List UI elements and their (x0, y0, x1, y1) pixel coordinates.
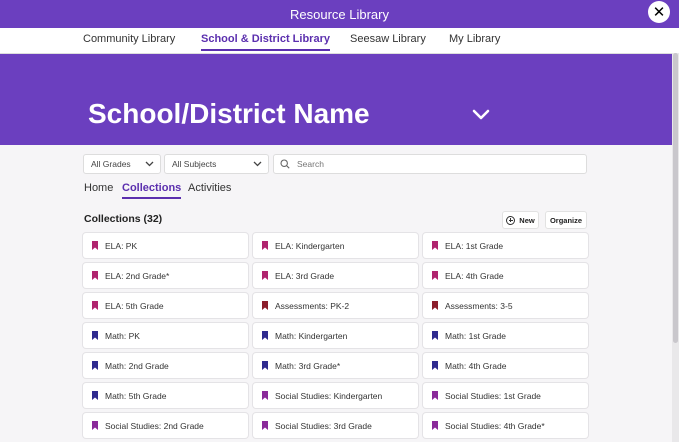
bookmark-icon (92, 241, 98, 250)
collection-card[interactable]: Assessments: PK-2 (253, 293, 418, 318)
collection-card[interactable]: ELA: 3rd Grade (253, 263, 418, 288)
collection-card-label: ELA: PK (105, 240, 138, 251)
chevron-down-icon (253, 161, 262, 167)
collection-card[interactable]: Math: PK (83, 323, 248, 348)
hero-banner: School/District Name (0, 54, 672, 145)
bookmark-icon (262, 391, 268, 400)
collection-card-label: Assessments: PK-2 (275, 300, 350, 311)
search-input[interactable] (295, 158, 579, 170)
collection-card[interactable]: Math: 1st Grade (423, 323, 588, 348)
collection-card[interactable]: ELA: 5th Grade (83, 293, 248, 318)
bookmark-icon (92, 421, 98, 430)
organize-button[interactable]: Organize (545, 211, 587, 229)
title-bar: Resource Library ✕ (0, 0, 679, 28)
bookmark-icon (432, 271, 438, 280)
bookmark-icon (432, 391, 438, 400)
tab-my-library[interactable]: My Library (449, 33, 500, 49)
collection-card[interactable]: ELA: PK (83, 233, 248, 258)
collection-card[interactable]: Social Studies: 2nd Grade (83, 413, 248, 438)
bookmark-icon (432, 241, 438, 250)
subtab-collections[interactable]: Collections (122, 182, 182, 199)
library-tabs: Community Library School & District Libr… (0, 28, 679, 54)
bookmark-icon (262, 271, 268, 280)
collection-card[interactable]: Math: 3rd Grade* (253, 353, 418, 378)
collection-card-label: ELA: Kindergarten (275, 240, 345, 251)
collection-card[interactable]: ELA: 4th Grade (423, 263, 588, 288)
collection-card-label: Social Studies: 1st Grade (445, 390, 541, 401)
tab-community-library[interactable]: Community Library (83, 33, 175, 49)
chevron-down-icon[interactable] (472, 109, 490, 121)
bookmark-icon (92, 331, 98, 340)
bookmark-icon (432, 331, 438, 340)
collection-card-label: Social Studies: Kindergarten (275, 390, 383, 401)
collection-card-label: ELA: 5th Grade (105, 300, 164, 311)
chevron-down-icon (145, 161, 154, 167)
subjects-select-value: All Subjects (172, 159, 217, 169)
collection-card-label: ELA: 2nd Grade* (105, 270, 170, 281)
collection-card[interactable]: Assessments: 3-5 (423, 293, 588, 318)
collection-card-label: ELA: 3rd Grade (275, 270, 335, 281)
collection-card[interactable]: ELA: 2nd Grade* (83, 263, 248, 288)
bookmark-icon (262, 331, 268, 340)
new-button[interactable]: New (502, 211, 539, 229)
collection-card[interactable]: Social Studies: 1st Grade (423, 383, 588, 408)
bookmark-icon (92, 301, 98, 310)
subtab-home[interactable]: Home (84, 182, 113, 197)
bookmark-icon (92, 361, 98, 370)
bookmark-icon (262, 301, 268, 310)
tab-school-district-library[interactable]: School & District Library (201, 33, 330, 51)
collection-card-label: Math: 3rd Grade* (275, 360, 341, 371)
collection-card[interactable]: ELA: Kindergarten (253, 233, 418, 258)
bookmark-icon (432, 421, 438, 430)
collection-card[interactable]: Social Studies: 3rd Grade (253, 413, 418, 438)
collection-card-label: Social Studies: 3rd Grade (275, 420, 372, 431)
collections-title: Collections (32) (84, 213, 163, 225)
collections-grid: ELA: PK ELA: Kindergarten ELA: 1st Grade EL… (83, 233, 588, 438)
collection-card-label: Math: Kindergarten (275, 330, 348, 341)
scrollbar[interactable] (672, 53, 679, 442)
grades-select-value: All Grades (91, 159, 131, 169)
collection-card[interactable]: ELA: 1st Grade (423, 233, 588, 258)
collection-card[interactable]: Math: 2nd Grade (83, 353, 248, 378)
tab-seesaw-library[interactable]: Seesaw Library (350, 33, 426, 49)
collection-card-label: Math: 2nd Grade (105, 360, 169, 371)
bookmark-icon (262, 361, 268, 370)
new-button-label: New (519, 215, 535, 225)
close-icon: ✕ (652, 3, 666, 21)
search-icon (280, 159, 290, 169)
scrollbar-thumb[interactable] (673, 53, 678, 343)
subtab-activities[interactable]: Activities (188, 182, 231, 197)
bookmark-icon (432, 301, 438, 310)
bookmark-icon (92, 271, 98, 280)
bookmark-icon (262, 241, 268, 250)
collection-card[interactable]: Math: 4th Grade (423, 353, 588, 378)
subjects-select[interactable]: All Subjects (164, 154, 269, 174)
bookmark-icon (262, 421, 268, 430)
page-title: School/District Name (88, 98, 370, 129)
collection-card-label: Social Studies: 2nd Grade (105, 420, 204, 431)
organize-button-label: Organize (549, 215, 583, 225)
collection-card-label: Social Studies: 4th Grade* (445, 420, 545, 431)
window-title: Resource Library (290, 6, 389, 22)
collection-card-label: Assessments: 3-5 (445, 300, 513, 311)
collection-card-label: ELA: 4th Grade (445, 270, 504, 281)
plus-circle-icon (506, 215, 516, 225)
grades-select[interactable]: All Grades (83, 154, 161, 174)
collection-card-label: ELA: 1st Grade (445, 240, 504, 251)
bookmark-icon (92, 391, 98, 400)
search-box[interactable] (273, 154, 587, 174)
collection-card-label: Math: 5th Grade (105, 390, 167, 401)
collection-card-label: Math: 1st Grade (445, 330, 506, 341)
close-button[interactable]: ✕ (648, 1, 670, 23)
collection-card-label: Math: 4th Grade (445, 360, 507, 371)
bookmark-icon (432, 361, 438, 370)
collection-card[interactable]: Math: Kindergarten (253, 323, 418, 348)
collection-card-label: Math: PK (105, 330, 140, 341)
collection-card[interactable]: Social Studies: Kindergarten (253, 383, 418, 408)
collection-card[interactable]: Social Studies: 4th Grade* (423, 413, 588, 438)
collection-card[interactable]: Math: 5th Grade (83, 383, 248, 408)
